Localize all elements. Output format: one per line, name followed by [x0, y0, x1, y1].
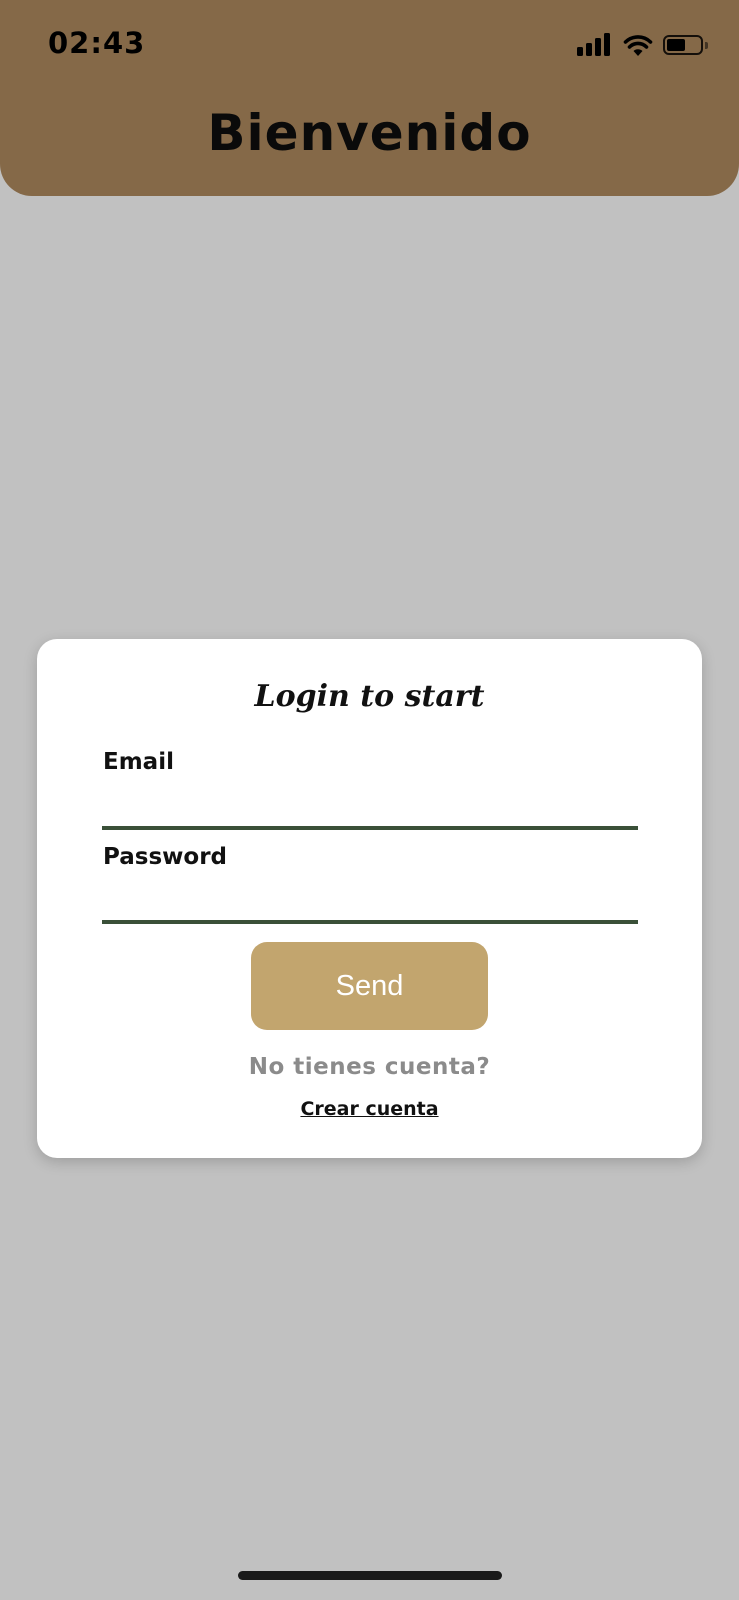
create-account-link[interactable]: Crear cuenta	[37, 1098, 702, 1120]
page-title: Bienvenido	[207, 104, 532, 162]
email-label: Email	[103, 749, 174, 775]
status-time: 02:43	[48, 26, 146, 60]
email-field[interactable]	[102, 794, 638, 830]
status-icons	[577, 30, 709, 60]
password-label: Password	[103, 844, 227, 870]
no-account-text: No tienes cuenta?	[248, 1054, 491, 1080]
wifi-icon	[623, 35, 653, 56]
send-button[interactable]: Send	[251, 942, 488, 1030]
password-field[interactable]	[102, 888, 638, 924]
home-indicator[interactable]	[238, 1571, 502, 1580]
signal-icon	[577, 32, 613, 58]
battery-icon	[663, 33, 709, 57]
app-header: 02:43 Bienvenido	[0, 0, 739, 196]
login-card-title: Login to start	[254, 679, 485, 714]
login-card: Login to start Email Password Send No ti…	[37, 639, 702, 1158]
